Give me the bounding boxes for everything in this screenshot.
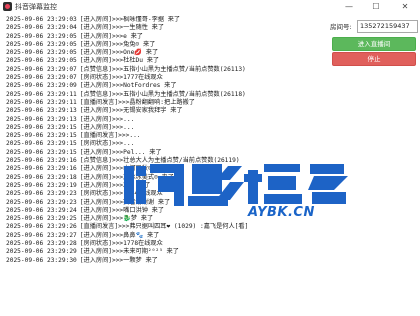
log-message: [房间状态]>>>1777在线观众 [79,74,163,82]
watermark-domain: AYBK.CN [248,205,315,220]
log-message: [进入房间]>>>枫咏懂哥-李据 来了 [79,16,181,23]
log-timestamp: 2025-09-06 23:29:15 [6,132,77,140]
log-line: 2025-09-06 23:29:30 [进入房间]>>>一颗梦 来了 [6,257,324,265]
log-message: [进入房间]>>>杜杜Du 来了 [79,57,160,65]
log-timestamp: 2025-09-06 23:29:13 [6,107,77,115]
log-timestamp: 2025-09-06 23:29:04 [6,24,77,32]
log-line: 2025-09-06 23:29:11 [点赞信息]>>>五指小山黑为主播点赞/当… [6,91,324,99]
log-message: [房间状态]>>>... [79,140,135,148]
log-timestamp: 2025-09-06 23:29:07 [6,65,77,73]
log-line: 2025-09-06 23:29:13 [进入房间]>>>无锡安家我拜宇 来了 [6,107,324,115]
log-line: 2025-09-06 23:29:05 [进入房间]>>>兔兔☺ 来了 [6,41,324,49]
log-message: [进入房间]>>>鼻鼻🐾 来了 [79,231,160,239]
log-timestamp: 2025-09-06 23:29:16 [6,157,77,165]
room-id-label: 房间号: [330,23,352,31]
maximize-icon[interactable]: ☐ [365,0,387,14]
log-line: 2025-09-06 23:29:05 [进入房间]>>>e 来了 [6,33,324,41]
log-timestamp: 2025-09-06 23:29:18 [6,173,77,181]
log-message: [进入房间]>>>兔兔☺ 来了 [79,40,156,48]
log-message: [直播间发言]>>>晶粉翻翻响:把上路搬了 [79,98,195,106]
log-message: [进入房间]>>>... [79,123,135,131]
log-timestamp: 2025-09-06 23:29:07 [6,74,77,82]
log-timestamp: 2025-09-06 23:29:28 [6,240,77,248]
log-line: 2025-09-06 23:29:05 [进入房间]>>>杜杜Du 来了 [6,57,324,65]
stop-button[interactable]: 停止 [332,52,416,66]
log-line: 2025-09-06 23:29:09 [进入房间]>>>NotFordres 来… [6,82,324,90]
log-timestamp: 2025-09-06 23:29:16 [6,165,77,173]
close-icon[interactable]: ✕ [394,0,416,14]
log-timestamp: 2025-09-06 23:29:15 [6,148,77,156]
log-message: [进入房间]>>>未来可期²⁰²⁵ 来了 [79,248,179,256]
log-message: [直播间发言]>>>... [79,132,141,140]
log-message: [进入房间]>>>Pel... 来了 [79,148,162,156]
log-message: [进入房间]>>>一颗梦 来了 [79,256,158,264]
log-timestamp: 2025-09-06 23:29:30 [6,256,77,264]
log-line: 2025-09-06 23:29:07 [点赞信息]>>>五指小山黑为主播点赞/当… [6,66,324,74]
title-bar: 抖音弹幕监控 — ☐ ✕ [0,0,420,14]
log-timestamp: 2025-09-06 23:29:15 [6,123,77,131]
log-timestamp: 2025-09-06 23:29:25 [6,215,77,223]
log-message: [进入房间]>>>一生随性 来了 [79,24,165,32]
log-line: 2025-09-06 23:29:15 [房间状态]>>>... [6,140,324,148]
log-timestamp: 2025-09-06 23:29:23 [6,190,77,198]
log-timestamp: 2025-09-06 23:29:05 [6,49,77,57]
minimize-icon[interactable]: — [338,0,360,14]
enter-room-button[interactable]: 进入直播间 [332,37,416,51]
log-timestamp: 2025-09-06 23:29:24 [6,206,77,214]
log-timestamp: 2025-09-06 23:29:11 [6,90,77,98]
log-message: [进入房间]>>>NotFordres 来了 [79,82,177,90]
log-timestamp: 2025-09-06 23:29:09 [6,82,77,90]
log-timestamp: 2025-09-06 23:29:15 [6,140,77,148]
log-timestamp: 2025-09-06 23:29:29 [6,248,77,256]
watermark-logo [124,164,348,206]
room-id-input[interactable]: 135272159437 [357,20,418,33]
log-timestamp: 2025-09-06 23:29:19 [6,181,77,189]
log-message: [点赞信息]>>>五指小山黑为主播点赞/当前点赞数(26113) [79,65,246,73]
watermark: AYBK.CN [122,160,352,226]
log-message: [进入房间]>>>无锡安家我拜宇 来了 [79,107,183,115]
log-line: 2025-09-06 23:29:04 [进入房间]>>>一生随性 来了 [6,24,324,32]
log-timestamp: 2025-09-06 23:29:27 [6,231,77,239]
log-timestamp: 2025-09-06 23:29:11 [6,98,77,106]
log-timestamp: 2025-09-06 23:29:23 [6,198,77,206]
log-message: [进入房间]>>>e 来了 [79,32,143,40]
log-timestamp: 2025-09-06 23:29:05 [6,57,77,65]
app-icon [3,2,12,11]
log-line: 2025-09-06 23:29:27 [进入房间]>>>鼻鼻🐾 来了 [6,232,324,240]
log-timestamp: 2025-09-06 23:29:03 [6,16,77,23]
log-message: [房间状态]>>>1778在线观众 [79,240,163,248]
log-timestamp: 2025-09-06 23:29:13 [6,115,77,123]
log-message: [点赞信息]>>>五指小山黑为主播点赞/当前点赞数(26118) [79,90,246,98]
log-line: 2025-09-06 23:29:15 [进入房间]>>>Pel... 来了 [6,149,324,157]
log-timestamp: 2025-09-06 23:29:26 [6,223,77,231]
log-line: 2025-09-06 23:29:13 [进入房间]>>>... [6,116,324,124]
window-title: 抖音弹幕监控 [15,3,57,11]
log-timestamp: 2025-09-06 23:29:05 [6,40,77,48]
log-line: 2025-09-06 23:29:15 [进入房间]>>>... [6,124,324,132]
log-message: [进入房间]>>>One💋 来了 [79,49,159,57]
log-message: [进入房间]>>>... [79,115,135,123]
log-timestamp: 2025-09-06 23:29:05 [6,32,77,40]
log-line: 2025-09-06 23:29:29 [进入房间]>>>未来可期²⁰²⁵ 来了 [6,248,324,256]
